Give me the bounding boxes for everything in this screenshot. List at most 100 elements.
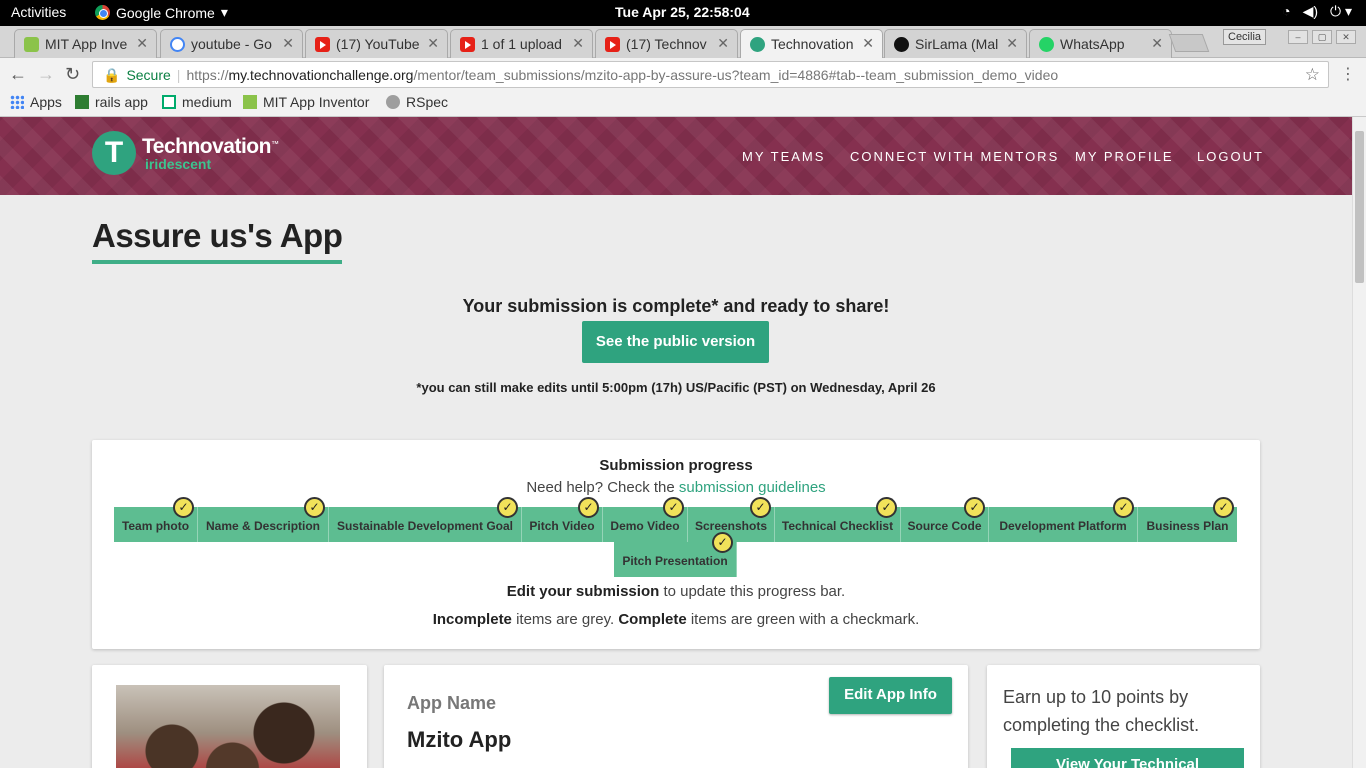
url-scheme: https:// [186, 67, 229, 83]
edit-app-info-button[interactable]: Edit App Info [829, 677, 952, 714]
step-name-description[interactable]: Name & Description ✓ [198, 497, 329, 542]
bookmark-rails-app[interactable]: rails app [75, 94, 148, 110]
volume-icon[interactable]: ◀) [1303, 3, 1318, 20]
close-icon[interactable]: ✕ [1006, 35, 1018, 52]
submission-guidelines-link[interactable]: submission guidelines [679, 479, 826, 496]
tab-github[interactable]: SirLama (Mal ✕ [884, 29, 1027, 58]
edit-submission-text: Edit your submission [506, 583, 660, 600]
close-icon[interactable]: ✕ [1151, 35, 1163, 52]
youtube-icon [605, 37, 620, 52]
step-technical-checklist[interactable]: Technical Checklist ✓ [775, 497, 901, 542]
clock[interactable]: Tue Apr 25, 22:58:04 [615, 4, 750, 20]
logo-mark-icon: T [92, 131, 136, 175]
bookmark-mit-app-inventor[interactable]: MIT App Inventor [243, 94, 369, 110]
step-business-plan[interactable]: Business Plan ✓ [1138, 497, 1237, 542]
submission-complete-message: Your submission is complete* and ready t… [462, 296, 890, 316]
team-photo-card [92, 665, 367, 768]
back-arrow-icon[interactable]: ← [9, 64, 27, 85]
close-icon[interactable]: ✕ [282, 35, 294, 52]
app-menu[interactable]: Google Chrome ▾ [95, 4, 228, 21]
maximize-icon[interactable]: ▢ [1312, 30, 1332, 44]
checkmark-icon: ✓ [578, 497, 599, 518]
reload-icon[interactable]: ↻ [65, 64, 80, 85]
window-close-icon[interactable]: ✕ [1336, 30, 1356, 44]
medium-icon [162, 95, 176, 109]
wifi-icon[interactable]: ◔ [1282, 3, 1290, 20]
close-icon[interactable]: ✕ [572, 35, 584, 52]
tab-youtube-upload[interactable]: 1 of 1 upload ✕ [450, 29, 593, 58]
step-development-platform[interactable]: Development Platform ✓ [989, 497, 1138, 542]
app-menu-label: Google Chrome [116, 4, 215, 21]
page-scrollbar[interactable] [1352, 117, 1366, 768]
minimize-icon[interactable]: – [1288, 30, 1308, 44]
close-icon[interactable]: ✕ [427, 35, 439, 52]
forward-arrow-icon[interactable]: → [37, 64, 55, 85]
google-icon [170, 37, 185, 52]
power-icon[interactable]: ⏻ ▾ [1330, 3, 1352, 20]
step-label: Source Code [907, 518, 982, 533]
checkmark-icon: ✓ [1113, 497, 1134, 518]
step-sustainable-development-goal[interactable]: Sustainable Development Goal ✓ [329, 497, 522, 542]
checkmark-icon: ✓ [173, 497, 194, 518]
progress-instruction: Edit your submission to update this prog… [92, 583, 1260, 600]
new-tab-button[interactable] [1168, 34, 1210, 52]
browser-toolbar: ← → ↻ 🔒 Secure | https://my.technovationcha… [0, 58, 1366, 90]
bookmark-star-icon[interactable]: ☆ [1305, 65, 1320, 85]
tab-whatsapp[interactable]: WhatsApp ✕ [1029, 29, 1172, 58]
checkmark-icon: ✓ [712, 532, 733, 553]
tab-youtube[interactable]: (17) YouTube ✕ [305, 29, 448, 58]
close-icon[interactable]: ✕ [136, 35, 148, 52]
app-inventor-icon [24, 37, 39, 52]
bookmarks-bar: Apps rails app medium MIT App Inventor R… [0, 90, 1366, 117]
nav-my-profile[interactable]: MY PROFILE [1075, 149, 1174, 164]
tab-technovation[interactable]: Technovation ✕ [740, 29, 883, 58]
nav-connect-with-mentors[interactable]: CONNECT WITH MENTORS [850, 149, 1059, 164]
nav-logout[interactable]: LOGOUT [1197, 149, 1264, 164]
view-technical-checklist-button[interactable]: View Your Technical [1011, 748, 1244, 768]
lock-icon: 🔒 [103, 67, 121, 83]
bookmark-label: MIT App Inventor [263, 94, 370, 110]
scrollbar-thumb[interactable] [1355, 131, 1364, 283]
progress-legend: Incomplete items are grey. Complete item… [92, 611, 1260, 628]
technovation-icon [750, 37, 765, 52]
legend-incomplete: Incomplete [432, 611, 512, 628]
tab-mit-app-inventor[interactable]: MIT App Inve ✕ [14, 29, 157, 58]
step-pitch-video[interactable]: Pitch Video ✓ [522, 497, 603, 542]
title-underline [92, 260, 342, 264]
nav-my-teams[interactable]: MY TEAMS [742, 149, 825, 164]
tab-youtube-technovation[interactable]: (17) Technov ✕ [595, 29, 738, 58]
edit-deadline-note: *you can still make edits until 5:00pm (… [416, 380, 936, 395]
bookmark-medium[interactable]: medium [162, 94, 232, 110]
progress-title: Submission progress [599, 457, 753, 474]
step-team-photo[interactable]: Team photo ✓ [114, 497, 198, 542]
chevron-down-icon: ▾ [220, 4, 228, 20]
system-top-bar: Activities Google Chrome ▾ Tue Apr 25, 2… [0, 0, 1366, 26]
step-label: Demo Video [610, 518, 680, 533]
technovation-logo[interactable]: T Technovation™ iridescent [92, 131, 279, 175]
close-icon[interactable]: ✕ [717, 35, 729, 52]
close-icon[interactable]: ✕ [862, 35, 874, 52]
bookmark-apps[interactable]: Apps [10, 94, 62, 110]
menu-dots-icon[interactable]: ⋮ [1340, 64, 1356, 84]
youtube-icon [315, 37, 330, 52]
app-name-value: Mzito App [407, 727, 512, 752]
bookmark-rspec[interactable]: RSpec [386, 94, 448, 110]
tab-youtube-google[interactable]: youtube - Go ✕ [160, 29, 303, 58]
activities-button[interactable]: Activities [11, 4, 66, 20]
tab-title: Technovation [771, 36, 854, 52]
profile-button[interactable]: Cecilia [1223, 29, 1267, 45]
step-label: Business Plan [1146, 518, 1229, 533]
rspec-icon [386, 95, 400, 109]
address-bar[interactable]: 🔒 Secure | https://my.technovationchallenge… [92, 61, 1329, 88]
checkmark-icon: ✓ [1213, 497, 1234, 518]
tab-title: SirLama (Mal [915, 36, 999, 52]
step-label: Name & Description [205, 518, 321, 533]
step-pitch-presentation[interactable]: Pitch Presentation ✓ [614, 532, 737, 577]
bookmark-label: medium [182, 94, 232, 110]
tab-title: (17) Technov [626, 36, 707, 52]
see-public-version-button[interactable]: See the public version [582, 321, 769, 363]
tab-strip: MIT App Inve ✕ youtube - Go ✕ (17) YouTu… [0, 26, 1366, 58]
youtube-icon [460, 37, 475, 52]
step-source-code[interactable]: Source Code ✓ [901, 497, 989, 542]
step-demo-video[interactable]: Demo Video ✓ [603, 497, 688, 542]
